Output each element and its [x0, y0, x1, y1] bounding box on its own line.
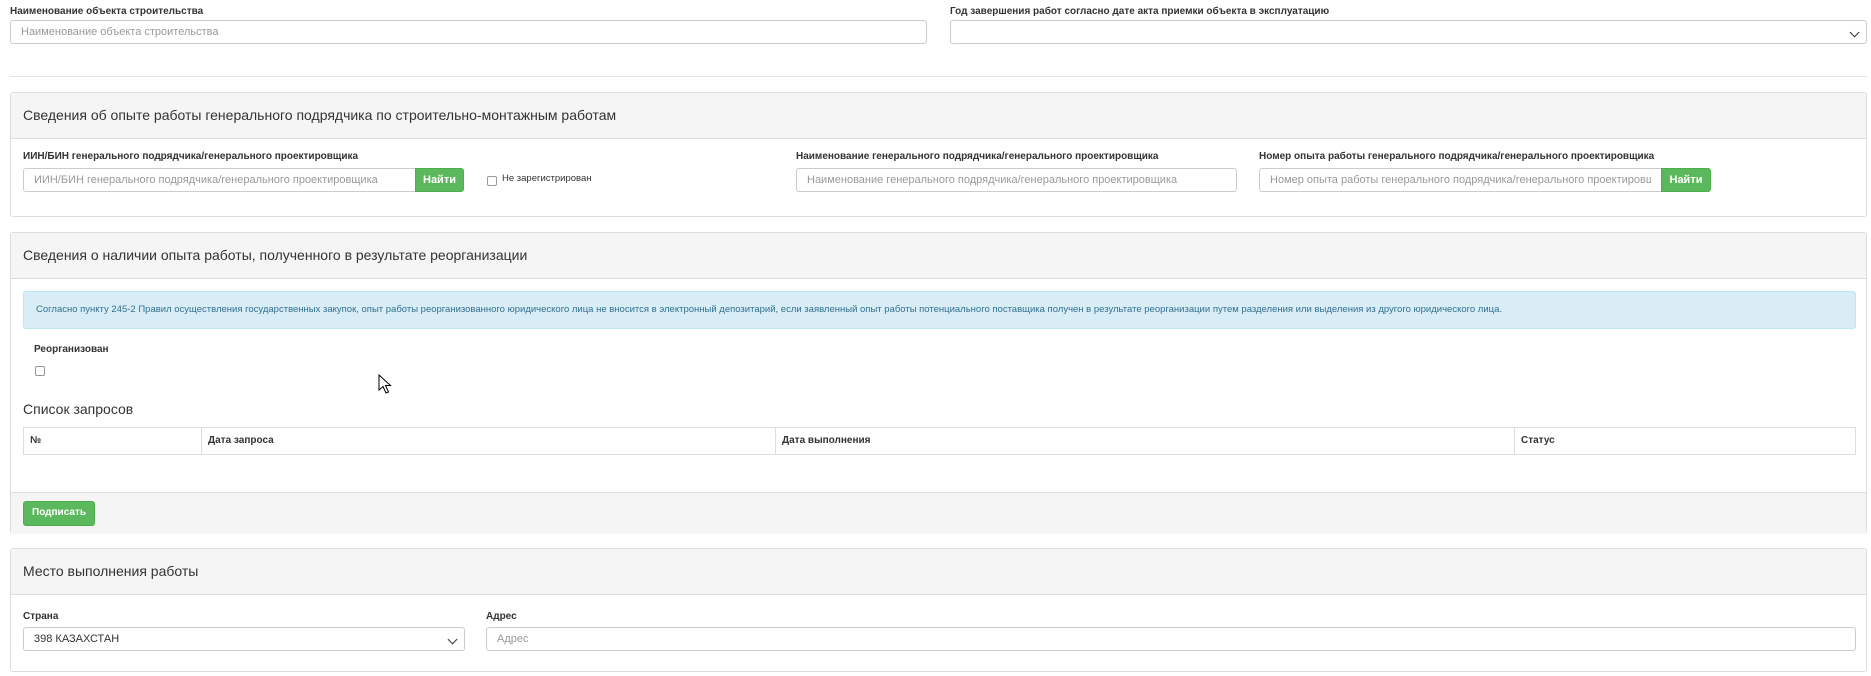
contractor-name-label: Наименование генерального подрядчика/ген… [796, 151, 1159, 162]
address-label: Адрес [486, 611, 517, 622]
find-experience-button[interactable]: Найти [1661, 168, 1711, 192]
requests-table: № Дата запроса Дата выполнения Статус [23, 427, 1856, 455]
reorganized-label: Реорганизован [34, 344, 109, 355]
requests-title: Список запросов [23, 401, 134, 417]
location-panel-title: Место выполнения работы [23, 563, 199, 579]
completion-year-label: Год завершения работ согласно дате акта … [950, 6, 1330, 17]
column-header-request-date: Дата запроса [202, 428, 776, 454]
reorganization-panel-footer: Подписать [11, 492, 1866, 534]
column-header-status: Статус [1521, 435, 1555, 446]
iin-input[interactable] [23, 168, 416, 192]
mouse-cursor-icon [378, 374, 392, 394]
experience-panel-header: Сведения об опыте работы генерального по… [11, 93, 1866, 139]
not-registered-label: Не зарегистрирован [502, 173, 592, 184]
chevron-down-icon [447, 634, 458, 645]
iin-label: ИИН/БИН генерального подрядчика/генераль… [23, 151, 359, 162]
completion-year-select[interactable] [950, 20, 1867, 44]
reorganization-panel-header: Сведения о наличии опыта работы, получен… [11, 233, 1866, 279]
divider [10, 76, 1867, 77]
experience-panel: Сведения об опыте работы генерального по… [10, 92, 1867, 217]
address-input[interactable] [486, 627, 1856, 651]
reorganization-notice: Согласно пункту 245-2 Правил осуществлен… [23, 291, 1856, 329]
sign-button[interactable]: Подписать [23, 501, 95, 526]
country-select[interactable]: 398 КАЗАХСТАН [23, 627, 465, 651]
country-label: Страна [23, 611, 59, 622]
experience-number-label: Номер опыта работы генерального подрядчи… [1259, 151, 1655, 162]
location-panel-header: Место выполнения работы [11, 549, 1866, 595]
country-value: 398 КАЗАХСТАН [34, 633, 120, 645]
experience-panel-title: Сведения об опыте работы генерального по… [23, 107, 617, 123]
find-iin-button[interactable]: Найти [415, 168, 464, 192]
reorganization-panel-title: Сведения о наличии опыта работы, получен… [23, 247, 528, 263]
experience-number-input[interactable] [1259, 168, 1662, 192]
column-header-completion-date: Дата выполнения [776, 428, 1515, 454]
reorganized-checkbox[interactable] [35, 366, 45, 376]
not-registered-checkbox[interactable] [487, 176, 497, 186]
contractor-name-input[interactable] [796, 168, 1237, 192]
location-panel: Место выполнения работы Страна 398 КАЗАХ… [10, 548, 1867, 672]
chevron-down-icon [1849, 27, 1860, 38]
column-header-number: № [24, 428, 202, 454]
reorganization-panel: Сведения о наличии опыта работы, получен… [10, 232, 1867, 534]
object-name-label: Наименование объекта строительства [10, 6, 204, 17]
object-name-input[interactable] [10, 20, 927, 44]
